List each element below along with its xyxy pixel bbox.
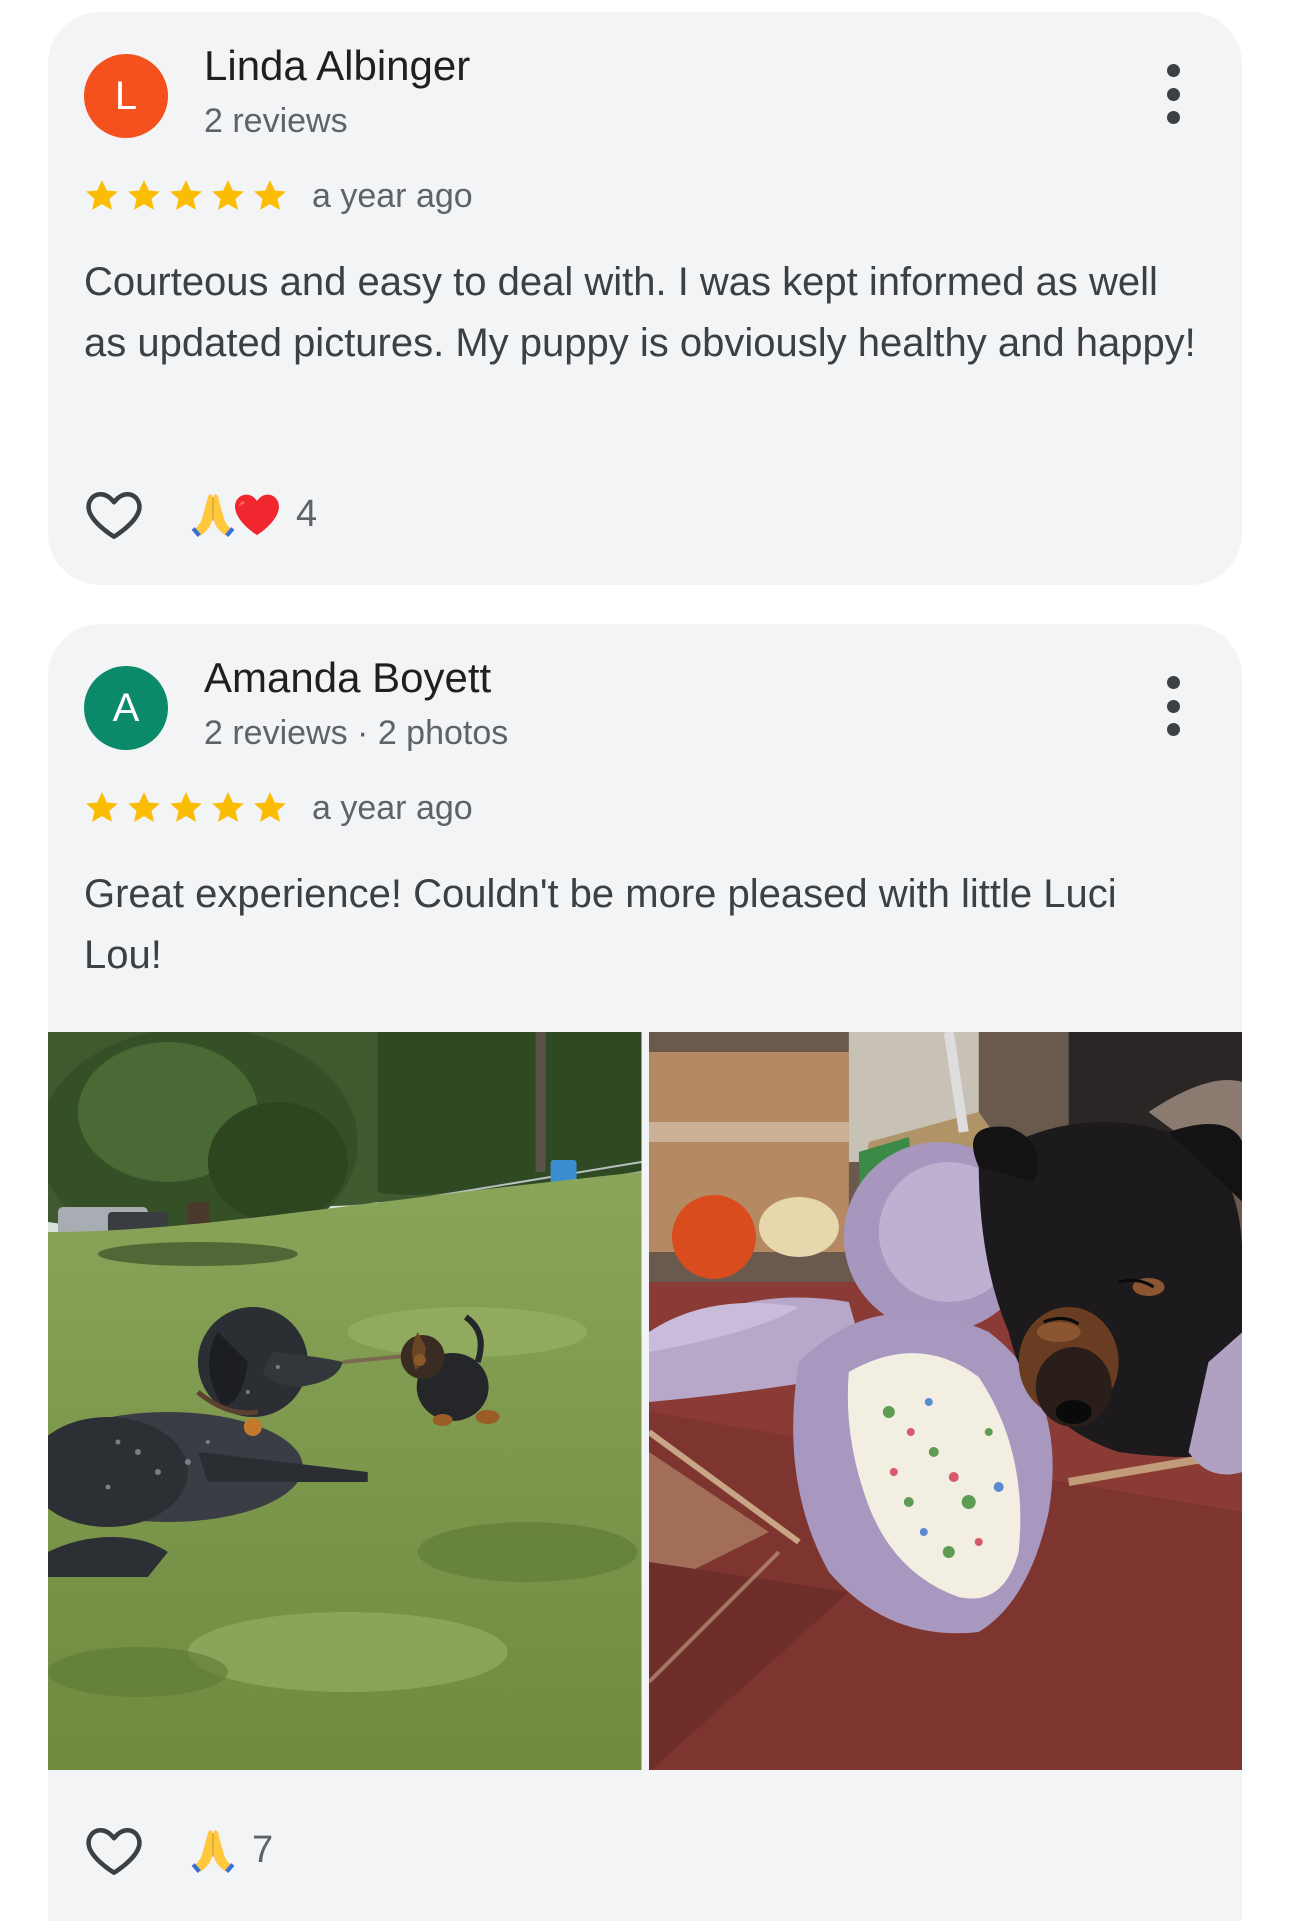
rating-row: a year ago [82, 784, 473, 832]
star-icon [212, 792, 244, 822]
folded-hands-emoji [191, 1830, 235, 1873]
reaction-count: 4 [296, 492, 318, 535]
puppy-with-plush-toy-photo[interactable] [648, 1032, 1242, 1770]
rating-row: a year ago [82, 172, 473, 220]
review-photos [48, 1032, 1242, 1770]
reactions[interactable]: 4 [186, 487, 317, 541]
star-icon [128, 180, 160, 210]
reactions[interactable]: 7 [186, 1823, 273, 1877]
reviewer-name[interactable]: Linda Albinger [204, 42, 470, 90]
star-rating [82, 176, 290, 216]
reviewer-meta: 2 reviews [204, 102, 348, 140]
heart-outline-icon[interactable] [82, 1818, 146, 1882]
star-rating [82, 788, 290, 828]
heart-outline-icon[interactable] [82, 482, 146, 546]
reviewer-name[interactable]: Amanda Boyett [204, 654, 491, 702]
star-icon [254, 792, 286, 822]
red-heart-emoji [235, 494, 279, 536]
star-icon [86, 792, 118, 822]
review-actions: 7 [82, 1818, 273, 1882]
avatar[interactable]: A [84, 666, 168, 750]
star-icon [128, 792, 160, 822]
reaction-count: 7 [252, 1828, 274, 1871]
review-actions: 4 [82, 482, 317, 546]
avatar-letter: A [112, 686, 140, 730]
star-icon [86, 180, 118, 210]
review-time: a year ago [312, 176, 473, 215]
star-icon [170, 792, 202, 822]
reviewer-meta: 2 reviews · 2 photos [204, 714, 509, 752]
review-text: Courteous and easy to deal with. I was k… [84, 260, 1196, 365]
review-text: Great experience! Couldn't be more pleas… [84, 872, 1117, 977]
more-options-icon[interactable] [1158, 676, 1188, 736]
avatar-letter: L [114, 74, 138, 118]
dogs-in-grass-photo[interactable] [48, 1032, 642, 1770]
review-card: A Amanda Boyett 2 reviews · 2 photos a y… [48, 624, 1242, 1921]
avatar[interactable]: L [84, 54, 168, 138]
review-card: L Linda Albinger 2 reviews a year ago Co… [48, 12, 1242, 585]
more-options-icon[interactable] [1158, 64, 1188, 124]
star-icon [212, 180, 244, 210]
review-time: a year ago [312, 788, 473, 827]
star-icon [170, 180, 202, 210]
star-icon [254, 180, 286, 210]
